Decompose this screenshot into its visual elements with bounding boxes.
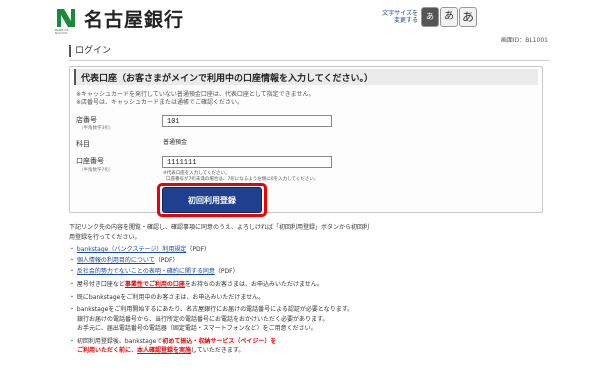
account-number-input[interactable]: 1111111	[162, 156, 332, 168]
screen-id: 画面ID：BL1001	[500, 37, 548, 44]
instruction-text: 下記リンク先の内容を閲覧・確認し、確認事項に同意のうえ、よろしければ「初回利用登…	[69, 224, 370, 241]
font-size-label: 文字サイズを 変更する	[382, 10, 418, 24]
first-registration-button[interactable]: 初回利用登録	[162, 187, 262, 213]
document-list: ・ bankstage（バンクステージ）利用規定（PDF） ・ 個人情報の利用目…	[69, 244, 239, 277]
panel-title: 代表口座（お客さまがメインで利用中の口座情報を入力してください。）	[81, 74, 373, 84]
subject-value: 普通預金	[163, 139, 188, 146]
branch-number-input[interactable]: 101	[162, 115, 332, 127]
bank-name-en: BANK OF NAGOYA	[55, 28, 69, 35]
list-item: ・ 初回利用登録後、bankstageで初めて振込・収納サービス（ペイジー）を	[69, 337, 277, 345]
account-label: 口座番号	[76, 157, 104, 165]
list-item: ・ 既にbankstageをご利用中のお客さまは、お申込みいただけません。	[69, 293, 265, 301]
bank-name: 名古屋銀行	[84, 9, 185, 31]
list-item: ・ 個人情報の利用目的について（PDF）	[69, 257, 179, 264]
caution-list: ・ 屋号付き口座など事業性でご利用の口座をお持ちのお客さまは、お申込みいただけま…	[69, 281, 354, 354]
terms-link[interactable]: bankstage（バンクステージ）利用規定	[77, 246, 186, 253]
form-note: ※店番号は、キャッシュカードまたは通帳でご確認ください。	[76, 99, 244, 106]
subject-label: 科目	[76, 140, 90, 148]
page-title: ログイン	[69, 45, 111, 57]
account-hint: （半角数字7桁）	[79, 168, 114, 173]
branch-label: 店番号	[76, 116, 97, 124]
list-item: ・ 反社会的勢力でないことの表明・確約に関する同意（PDF）	[69, 268, 239, 275]
list-item: ・ 屋号付き口座など事業性でご利用の口座をお持ちのお客さまは、お申込みいただけま…	[69, 281, 323, 288]
bank-logo-icon	[55, 7, 77, 29]
branch-hint: （半角数字3桁）	[79, 126, 114, 131]
antisocial-consent-link[interactable]: 反社会的勢力でないことの表明・確約に関する同意	[77, 268, 215, 275]
privacy-link[interactable]: 個人情報の利用目的について	[77, 257, 155, 264]
list-item: ・ bankstage（バンクステージ）利用規定（PDF）	[69, 246, 211, 253]
list-item: ・ bankstageをご利用開始するにあたり、名古屋銀行にお届けの電話番号によ…	[69, 306, 354, 313]
font-size-small-button[interactable]: あ	[421, 7, 439, 27]
font-size-large-button[interactable]: あ	[459, 7, 477, 27]
account-note: 口座番号が7桁未満の場合は、7桁になるよう左側に0を入力してください。	[166, 177, 319, 182]
font-size-medium-button[interactable]: あ	[440, 7, 458, 27]
title-divider	[69, 60, 549, 61]
